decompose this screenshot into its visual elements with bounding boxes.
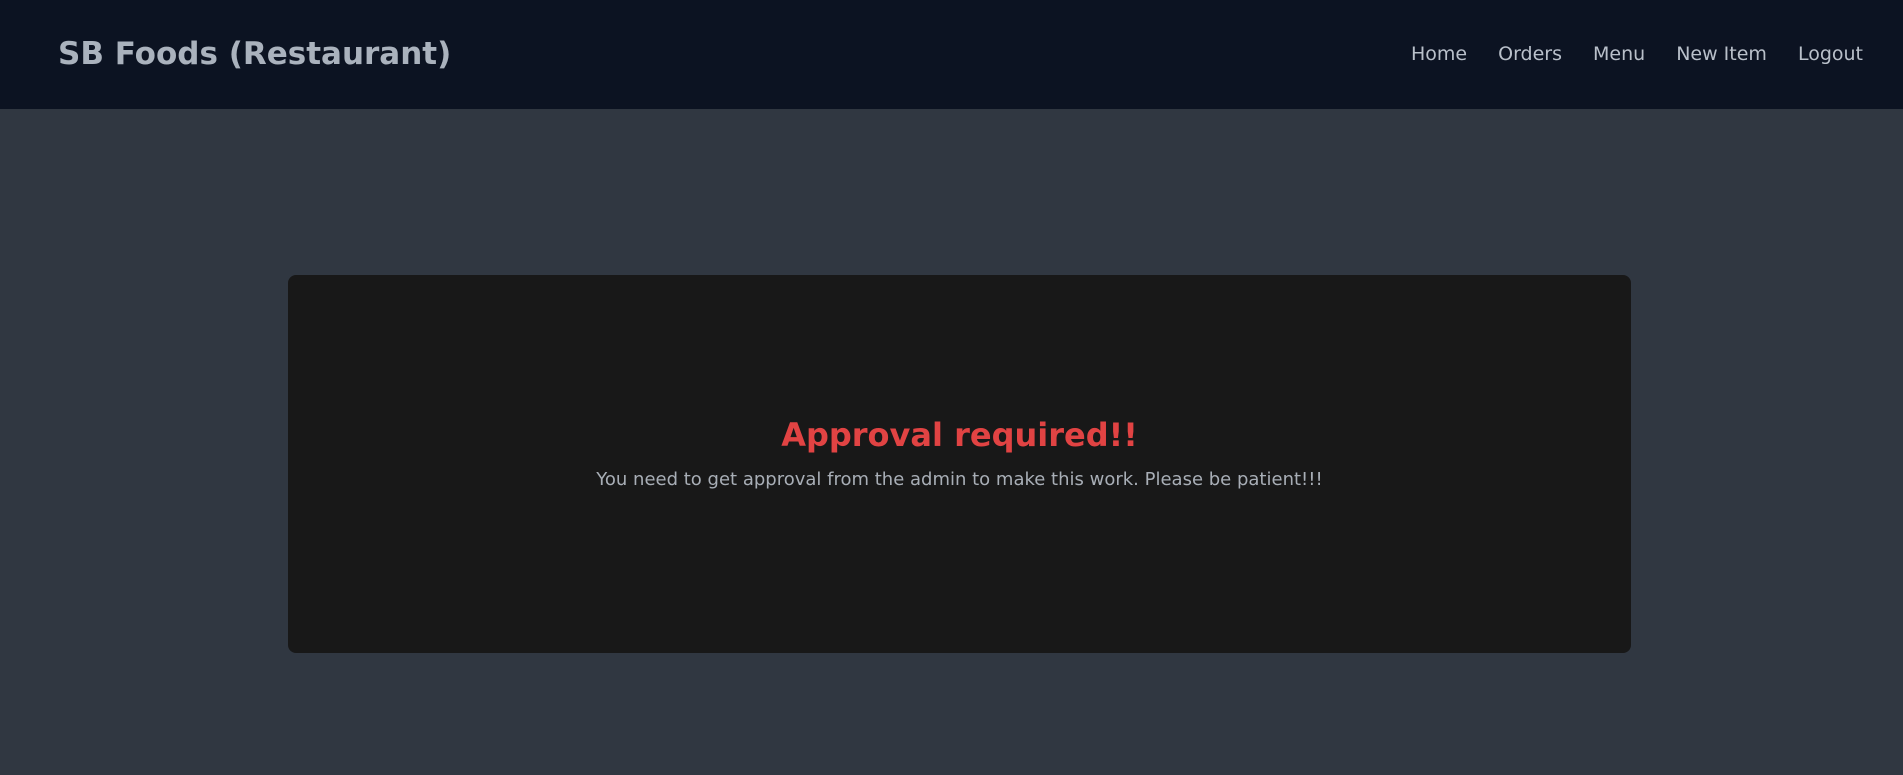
main-content: Approval required!! You need to get appr… — [0, 109, 1903, 775]
nav-home-link[interactable]: Home — [1411, 40, 1467, 68]
nav-logout-link[interactable]: Logout — [1798, 40, 1863, 68]
nav-menu-link[interactable]: Menu — [1593, 40, 1645, 68]
brand-title[interactable]: SB Foods (Restaurant) — [58, 34, 451, 74]
nav-orders-link[interactable]: Orders — [1498, 40, 1562, 68]
approval-title: Approval required!! — [781, 416, 1138, 454]
approval-message: You need to get approval from the admin … — [596, 469, 1323, 490]
nav-new-item-link[interactable]: New Item — [1676, 40, 1767, 68]
top-navbar: SB Foods (Restaurant) Home Orders Menu N… — [0, 0, 1903, 109]
nav-links: Home Orders Menu New Item Logout — [1411, 40, 1863, 68]
approval-card: Approval required!! You need to get appr… — [288, 275, 1631, 653]
